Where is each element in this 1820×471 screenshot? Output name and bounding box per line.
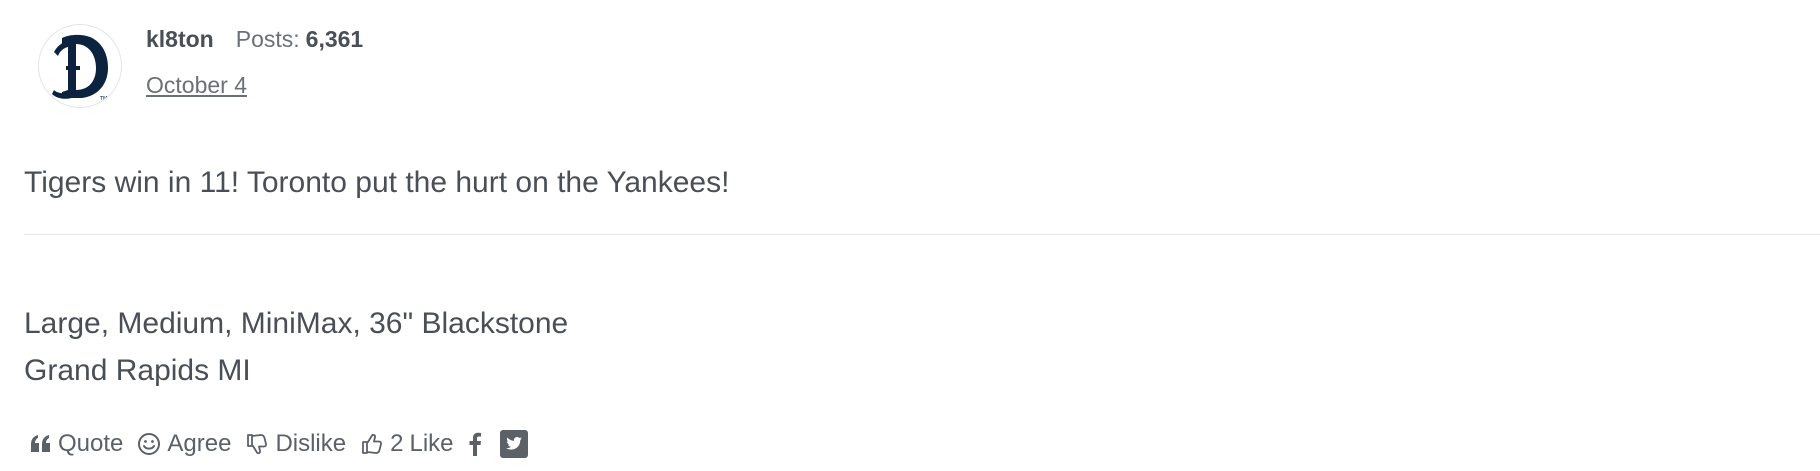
thumbs-down-icon xyxy=(247,434,268,455)
forum-post: TM kl8ton Posts: 6,361 October 4 Tigers … xyxy=(0,0,1820,471)
quote-button[interactable]: Quote xyxy=(30,430,123,458)
signature-divider xyxy=(24,234,1820,235)
quote-label: Quote xyxy=(58,430,124,457)
signature-line: Grand Rapids MI xyxy=(24,354,251,387)
quote-icon xyxy=(31,435,50,452)
username-link[interactable]: kl8ton xyxy=(146,26,214,53)
post-date-link[interactable]: October 4 xyxy=(146,72,247,99)
post-actions: Quote Agree Dislike 2 Like xyxy=(30,430,546,458)
detroit-tigers-logo-icon: TM xyxy=(52,34,108,102)
author-info: kl8ton Posts: 6,361 xyxy=(146,26,363,53)
signature-line: Large, Medium, MiniMax, 36" Blackstone xyxy=(24,307,569,340)
share-facebook-button[interactable] xyxy=(468,432,482,456)
dislike-label: Dislike xyxy=(275,430,347,457)
like-button[interactable]: 2 Like xyxy=(360,430,454,458)
facebook-icon xyxy=(469,432,481,456)
svg-text:TM: TM xyxy=(99,96,107,102)
smiley-icon xyxy=(138,433,161,455)
like-label: Like xyxy=(409,430,454,457)
post-body-text: Tigers win in 11! Toronto put the hurt o… xyxy=(24,166,730,199)
avatar[interactable]: TM xyxy=(38,24,122,108)
agree-label: Agree xyxy=(167,430,232,457)
posts-label: Posts: xyxy=(235,26,300,52)
dislike-button[interactable]: Dislike xyxy=(245,430,346,458)
posts-count: 6,361 xyxy=(305,26,364,52)
twitter-icon xyxy=(499,430,528,458)
agree-button[interactable]: Agree xyxy=(137,430,231,458)
thumbs-up-icon xyxy=(362,433,383,454)
like-count: 2 xyxy=(390,430,404,457)
share-twitter-button[interactable] xyxy=(499,430,528,458)
signature: Large, Medium, MiniMax, 36" Blackstone G… xyxy=(24,300,568,394)
